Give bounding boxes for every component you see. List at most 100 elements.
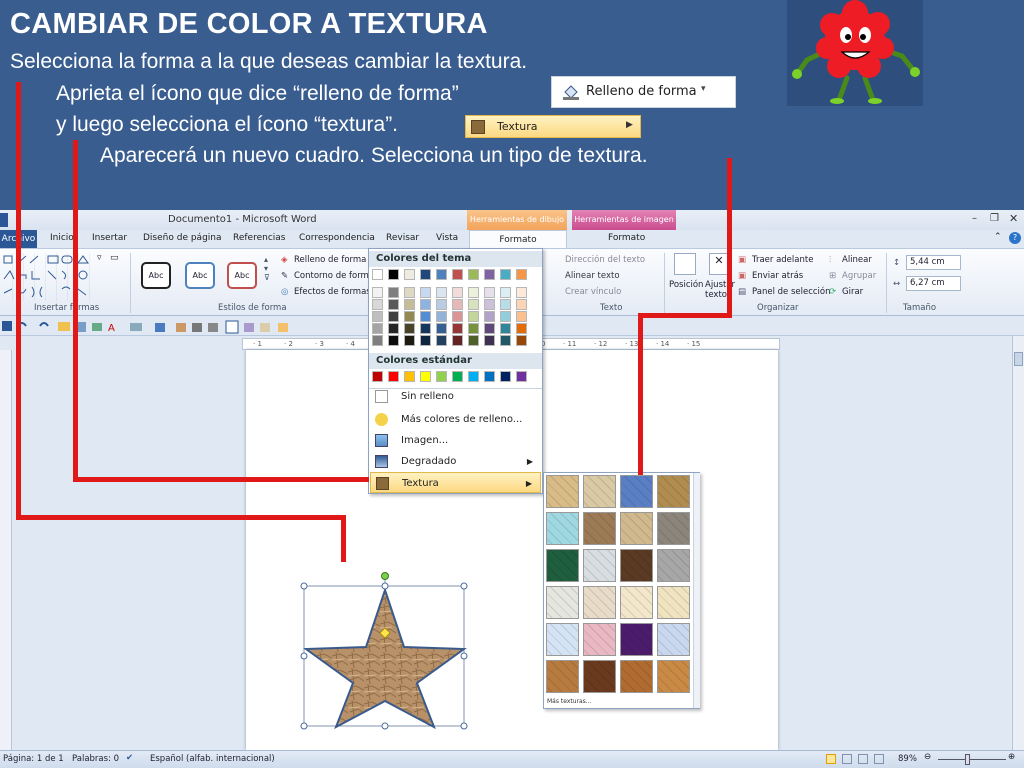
shape-fill-button[interactable]: Relleno de forma xyxy=(294,255,366,265)
restore-button[interactable]: ❐ xyxy=(990,213,999,224)
color-swatch[interactable] xyxy=(420,311,431,322)
help-icon[interactable]: ? xyxy=(1009,232,1021,244)
texture-swatch[interactable] xyxy=(583,475,616,508)
edit-shape-icon[interactable]: ▿ xyxy=(97,253,102,263)
color-swatch[interactable] xyxy=(436,371,447,382)
color-swatch[interactable] xyxy=(436,323,447,334)
texture-swatch[interactable] xyxy=(657,586,690,619)
shape-effects-button[interactable]: Efectos de formas xyxy=(294,287,371,297)
color-swatch[interactable] xyxy=(452,287,463,298)
shape-style-blue[interactable]: Abc xyxy=(185,262,215,289)
color-swatch[interactable] xyxy=(500,335,511,346)
texture-swatch[interactable] xyxy=(620,660,653,693)
color-swatch[interactable] xyxy=(372,323,383,334)
width-input[interactable]: 6,27 cm xyxy=(906,276,961,291)
tab-home[interactable]: Inicio xyxy=(50,233,74,243)
color-swatch[interactable] xyxy=(500,299,511,310)
more-fill-colors-item[interactable]: Más colores de relleno... xyxy=(370,409,541,430)
tab-insert[interactable]: Insertar xyxy=(92,233,127,243)
rotate-button[interactable]: Girar xyxy=(842,287,863,297)
color-swatch[interactable] xyxy=(388,299,399,310)
texture-swatch[interactable] xyxy=(620,475,653,508)
bring-forward-button[interactable]: Traer adelante xyxy=(752,255,813,265)
color-swatch[interactable] xyxy=(516,299,527,310)
color-swatch[interactable] xyxy=(484,371,495,382)
height-input[interactable]: 5,44 cm xyxy=(906,255,961,270)
color-swatch[interactable] xyxy=(500,287,511,298)
shape-style-red[interactable]: Abc xyxy=(227,262,257,289)
color-swatch[interactable] xyxy=(420,371,431,382)
color-swatch[interactable] xyxy=(452,323,463,334)
color-swatch[interactable] xyxy=(484,335,495,346)
full-screen-icon[interactable] xyxy=(842,754,852,764)
scroll-thumb[interactable] xyxy=(1014,352,1023,366)
color-swatch[interactable] xyxy=(372,371,383,382)
color-swatch[interactable] xyxy=(436,311,447,322)
color-swatch[interactable] xyxy=(516,311,527,322)
picture-fill-item[interactable]: Imagen... xyxy=(370,430,541,451)
color-swatch[interactable] xyxy=(420,335,431,346)
color-swatch[interactable] xyxy=(516,371,527,382)
minimize-button[interactable]: – xyxy=(972,213,977,224)
zoom-slider-thumb[interactable] xyxy=(965,754,970,765)
gradient-fill-item[interactable]: Degradado ▶ xyxy=(370,451,541,472)
texture-swatch[interactable] xyxy=(583,512,616,545)
color-swatch[interactable] xyxy=(404,287,415,298)
color-swatch[interactable] xyxy=(484,287,495,298)
print-layout-icon[interactable] xyxy=(826,754,836,764)
color-swatch[interactable] xyxy=(468,299,479,310)
text-direction-button[interactable]: Dirección del texto xyxy=(565,255,645,265)
color-swatch[interactable] xyxy=(484,311,495,322)
color-swatch[interactable] xyxy=(484,323,495,334)
color-swatch[interactable] xyxy=(436,335,447,346)
texture-swatch[interactable] xyxy=(620,549,653,582)
color-swatch[interactable] xyxy=(500,269,511,280)
texture-fill-item[interactable]: Textura ▶ xyxy=(370,472,541,493)
more-textures-link[interactable]: Más texturas... xyxy=(547,698,592,705)
texture-swatch[interactable] xyxy=(657,475,690,508)
wrap-text-icon[interactable]: ✕ xyxy=(709,253,729,275)
color-swatch[interactable] xyxy=(388,269,399,280)
align-button[interactable]: Alinear xyxy=(842,255,872,265)
color-swatch[interactable] xyxy=(484,269,495,280)
selection-pane-button[interactable]: Panel de selección xyxy=(752,287,831,297)
color-swatch[interactable] xyxy=(388,335,399,346)
color-swatch[interactable] xyxy=(452,299,463,310)
wrap-text-button[interactable]: Ajustar texto xyxy=(705,280,735,300)
tab-format-image[interactable]: Formato xyxy=(608,233,645,243)
vertical-scrollbar[interactable] xyxy=(1012,336,1024,750)
send-backward-button[interactable]: Enviar atrás xyxy=(752,271,803,281)
color-swatch[interactable] xyxy=(388,311,399,322)
texture-swatch[interactable] xyxy=(657,623,690,656)
texture-swatch[interactable] xyxy=(583,623,616,656)
tab-page-layout[interactable]: Diseño de página xyxy=(143,233,222,243)
color-swatch[interactable] xyxy=(404,323,415,334)
color-swatch[interactable] xyxy=(420,269,431,280)
color-swatch[interactable] xyxy=(420,299,431,310)
color-swatch[interactable] xyxy=(468,371,479,382)
zoom-level[interactable]: 89% xyxy=(898,754,917,764)
texture-swatch[interactable] xyxy=(620,623,653,656)
color-swatch[interactable] xyxy=(516,287,527,298)
tab-review[interactable]: Revisar xyxy=(386,233,419,243)
texture-swatch[interactable] xyxy=(583,586,616,619)
group-button[interactable]: Agrupar xyxy=(842,271,876,281)
color-swatch[interactable] xyxy=(468,323,479,334)
outline-view-icon[interactable] xyxy=(874,754,884,764)
gallery-scrollbar[interactable] xyxy=(693,473,700,708)
zoom-out-icon[interactable]: ⊖ xyxy=(924,752,931,762)
page-count[interactable]: Página: 1 de 1 xyxy=(3,754,64,764)
tab-mailings[interactable]: Correspondencia xyxy=(299,233,375,243)
web-layout-icon[interactable] xyxy=(858,754,868,764)
zoom-in-icon[interactable]: ⊕ xyxy=(1008,752,1015,762)
color-swatch[interactable] xyxy=(436,269,447,280)
texture-swatch[interactable] xyxy=(546,586,579,619)
zoom-slider[interactable] xyxy=(938,759,1006,760)
proofing-icon[interactable]: ✔ xyxy=(126,753,133,763)
position-button[interactable]: Posición xyxy=(669,280,703,290)
color-swatch[interactable] xyxy=(500,311,511,322)
color-swatch[interactable] xyxy=(500,371,511,382)
language[interactable]: Español (alfab. internacional) xyxy=(150,754,275,764)
texture-swatch[interactable] xyxy=(657,512,690,545)
texture-swatch[interactable] xyxy=(546,660,579,693)
